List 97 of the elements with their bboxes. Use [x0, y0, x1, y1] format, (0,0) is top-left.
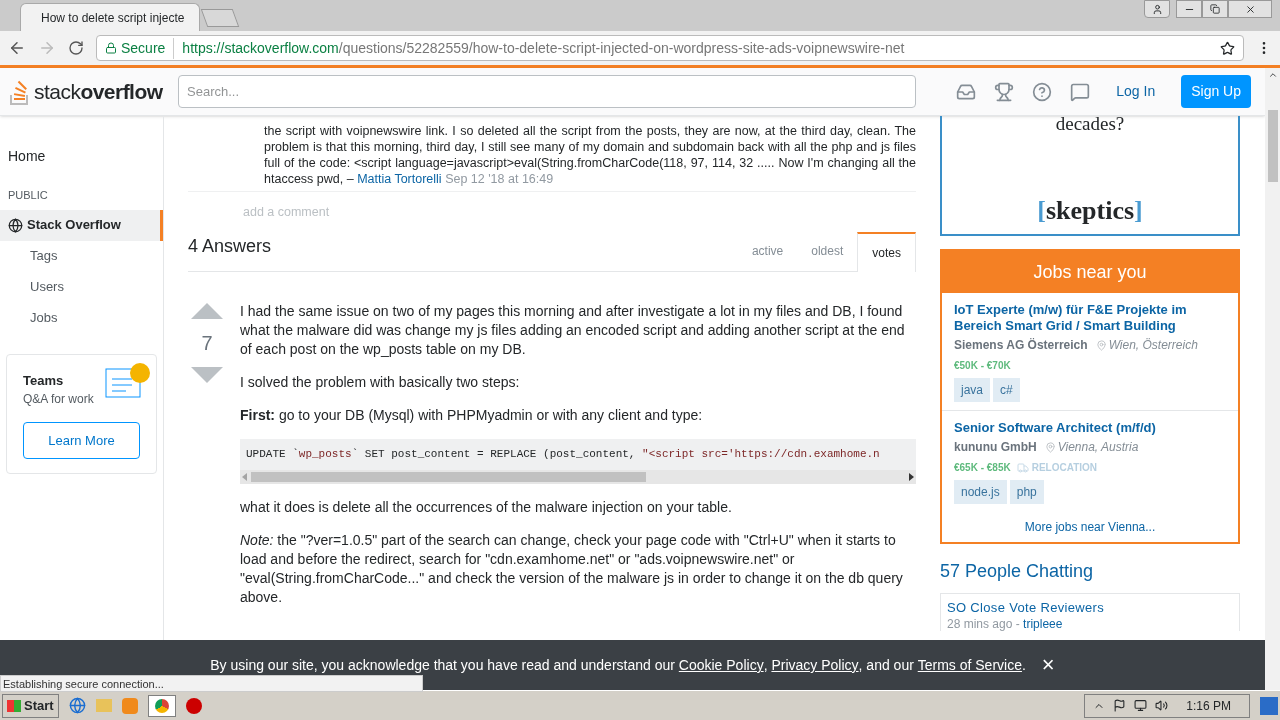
answer-paragraph: I solved the problem with basically two steps:: [240, 372, 521, 392]
more-jobs-link[interactable]: More jobs near Vienna...: [942, 512, 1238, 542]
status-bubble: Establishing secure connection...: [0, 675, 423, 692]
learn-more-button[interactable]: Learn More: [23, 422, 140, 459]
browser-tab[interactable]: How to delete script injecte: [20, 3, 200, 31]
job-salary: €65K - €85K: [954, 461, 1011, 475]
volume-icon[interactable]: [1155, 699, 1169, 712]
forward-icon[interactable]: [38, 39, 56, 57]
flag-icon[interactable]: [1113, 699, 1127, 712]
start-button[interactable]: Start: [2, 693, 59, 718]
profile-button[interactable]: [1144, 0, 1170, 18]
answer-paragraph: what it does is delete all the occurrences of the malware injection on your table.: [240, 497, 733, 517]
teams-subtitle: Q&A for work: [23, 391, 95, 408]
answers-heading: 4 Answers: [188, 234, 272, 258]
minimize-button[interactable]: [1176, 0, 1202, 18]
home-link[interactable]: Home: [0, 146, 163, 167]
chat-room-name: SO Close Vote Reviewers: [947, 599, 1106, 617]
answer-paragraph: First: go to your DB (Mysql) with PHPMyadmin or with any client and type:: [240, 405, 704, 425]
job-title-link[interactable]: Senior Software Architect (m/f/d): [954, 420, 1226, 436]
jobs-title: Jobs near you: [942, 251, 1238, 293]
scrollbar-thumb[interactable]: [1267, 110, 1278, 182]
relocation-label: RELOCATION: [1031, 461, 1098, 475]
tab-title: How to delete script injecte: [41, 9, 185, 27]
search-field[interactable]: Search...: [178, 75, 916, 108]
location-pin-icon: [1095, 339, 1107, 351]
chat-time: 28 mins ago -: [947, 616, 1020, 631]
vote-count: 7: [201, 330, 213, 356]
job-salary: €50K - €70K: [954, 359, 1011, 373]
sidebar-item[interactable]: Users: [0, 271, 163, 303]
teams-title: Teams: [23, 371, 65, 390]
sort-tab[interactable]: active: [737, 230, 798, 271]
answer-paragraph: Note: the "?ver=1.0.5" part of the search can change, check your page code with "Ctrl+U" when it starts to load and before the redirect, search for "cdn.examhome.net" or "ads.voipnewswire.net" or "eval(String.fromCharCode..." and check the version of the malware js in order to change it on the db query above.: [240, 530, 904, 607]
job-company: kununu GmbH: [954, 439, 1037, 456]
tag[interactable]: java: [954, 378, 990, 402]
chat-user-link: tripleee: [1023, 616, 1063, 631]
trophy-icon[interactable]: [994, 81, 1015, 102]
ad-text: decades?: [1055, 116, 1125, 132]
media-player-icon[interactable]: [121, 697, 138, 714]
answer-paragraph: I had the same issue on two of my pages this morning and after investigate a lot in my files and DB, I found what the malware did was change my js files adding an encoded script and adding another script at the end of each post on the wp_posts table on my DB.: [240, 301, 906, 359]
sort-tab[interactable]: votes: [857, 231, 916, 272]
sort-tab[interactable]: oldest: [797, 230, 858, 271]
policy-link[interactable]: Cookie Policy: [678, 655, 764, 675]
scroll-left-icon[interactable]: [242, 472, 247, 481]
globe-icon: [8, 217, 23, 233]
downvote-icon[interactable]: [190, 365, 224, 384]
tag[interactable]: c#: [993, 378, 1020, 402]
comment-author-link[interactable]: Mattia Tortorelli: [357, 172, 442, 186]
new-tab-button[interactable]: [200, 9, 240, 27]
close-icon: [1244, 3, 1256, 15]
restore-button[interactable]: [1202, 0, 1228, 18]
url-path: /questions/52282559/how-to-delete-script-injected-on-wordpress-site-ads-voipnewswire-net: [338, 38, 905, 58]
scroll-right-icon[interactable]: [909, 472, 914, 481]
job-location: Wien, Österreich: [1108, 337, 1198, 354]
url-host: https://stackoverflow.com: [182, 38, 339, 58]
stop-icon[interactable]: [185, 697, 202, 714]
truck-icon: [1016, 461, 1029, 474]
code-line: UPDATE `wp_posts` SET post_content = REPLACE (post_content, "<script src='https://cdn.examhome.n: [245, 446, 881, 462]
sidebar-item[interactable]: Tags: [0, 240, 163, 272]
logo-text[interactable]: stackoverflow: [34, 75, 163, 108]
bookmark-star-icon[interactable]: [1220, 40, 1235, 56]
tag[interactable]: php: [1009, 480, 1044, 504]
upvote-icon[interactable]: [190, 301, 224, 320]
skeptics-logo: [skeptics]: [1037, 195, 1143, 227]
job-location: Vienna, Austria: [1057, 439, 1139, 456]
restore-icon: [1210, 4, 1220, 14]
log-in-link[interactable]: Log In: [1108, 81, 1164, 102]
chat-icon[interactable]: [1070, 81, 1091, 102]
ad-banner[interactable]: decades? [skeptics]: [940, 116, 1240, 236]
scroll-up-icon[interactable]: [1267, 70, 1278, 80]
network-icon[interactable]: [1134, 699, 1148, 712]
comment-date: Sep 12 '18 at 16:49: [445, 172, 554, 186]
profile-icon: [1151, 3, 1163, 15]
cookie-text: By using our site, you acknowledge that you have read and understand our Cookie Policy, Privacy Policy, and our Terms of Service.: [210, 655, 1026, 675]
chat-heading[interactable]: 57 People Chatting: [940, 558, 1240, 585]
reload-icon[interactable]: [68, 40, 84, 56]
close-window-button[interactable]: [1228, 0, 1272, 18]
policy-link[interactable]: Privacy Policy: [771, 655, 859, 675]
job-company: Siemens AG Österreich: [954, 337, 1088, 354]
sidebar-item[interactable]: Stack Overflow: [0, 209, 163, 241]
chat-room-card[interactable]: SO Close Vote Reviewers 28 mins ago - tripleee: [940, 593, 1240, 631]
secure-label: Secure: [121, 37, 175, 59]
clock: 1:16 PM: [1185, 697, 1232, 715]
policy-link[interactable]: Terms of Service: [917, 655, 1022, 675]
location-pin-icon: [1044, 441, 1056, 453]
job-title-link[interactable]: IoT Experte (m/w) für F&E Projekte im Bereich Smart Grid / Smart Building: [954, 302, 1226, 334]
horizontal-scrollbar[interactable]: [240, 469, 916, 484]
help-icon[interactable]: [1032, 81, 1053, 102]
show-desktop-button[interactable]: [1260, 696, 1278, 715]
close-button[interactable]: ×: [1041, 654, 1055, 676]
address-bar[interactable]: Secure https://stackoverflow.com/questions/52282559/how-to-delete-script-injected-on-wordpress-site-ads-voipnewswire-net: [96, 35, 1244, 61]
back-icon[interactable]: [8, 39, 26, 57]
section-label: PUBLIC: [7, 188, 49, 203]
sidebar-item[interactable]: Jobs: [0, 302, 163, 334]
tag[interactable]: node.js: [954, 480, 1007, 504]
lock-icon: [105, 42, 117, 54]
page-scrollbar[interactable]: [1265, 68, 1280, 690]
comment-text: the script with voipnewswire link. I so deleted all the script from the posts, they are now, at the third day, clean. The problem is that this morning, third day, I still see many of my domain and subdomain back with all the php and js files full of the code: <script language=javascript>eval(String.fromCharCode(118, 97, 114, 32 ..... Now I'm changing all the htaccess pwd, – Mattia Tortorelli Sep 12 '18 at 16:49: [263, 123, 916, 187]
